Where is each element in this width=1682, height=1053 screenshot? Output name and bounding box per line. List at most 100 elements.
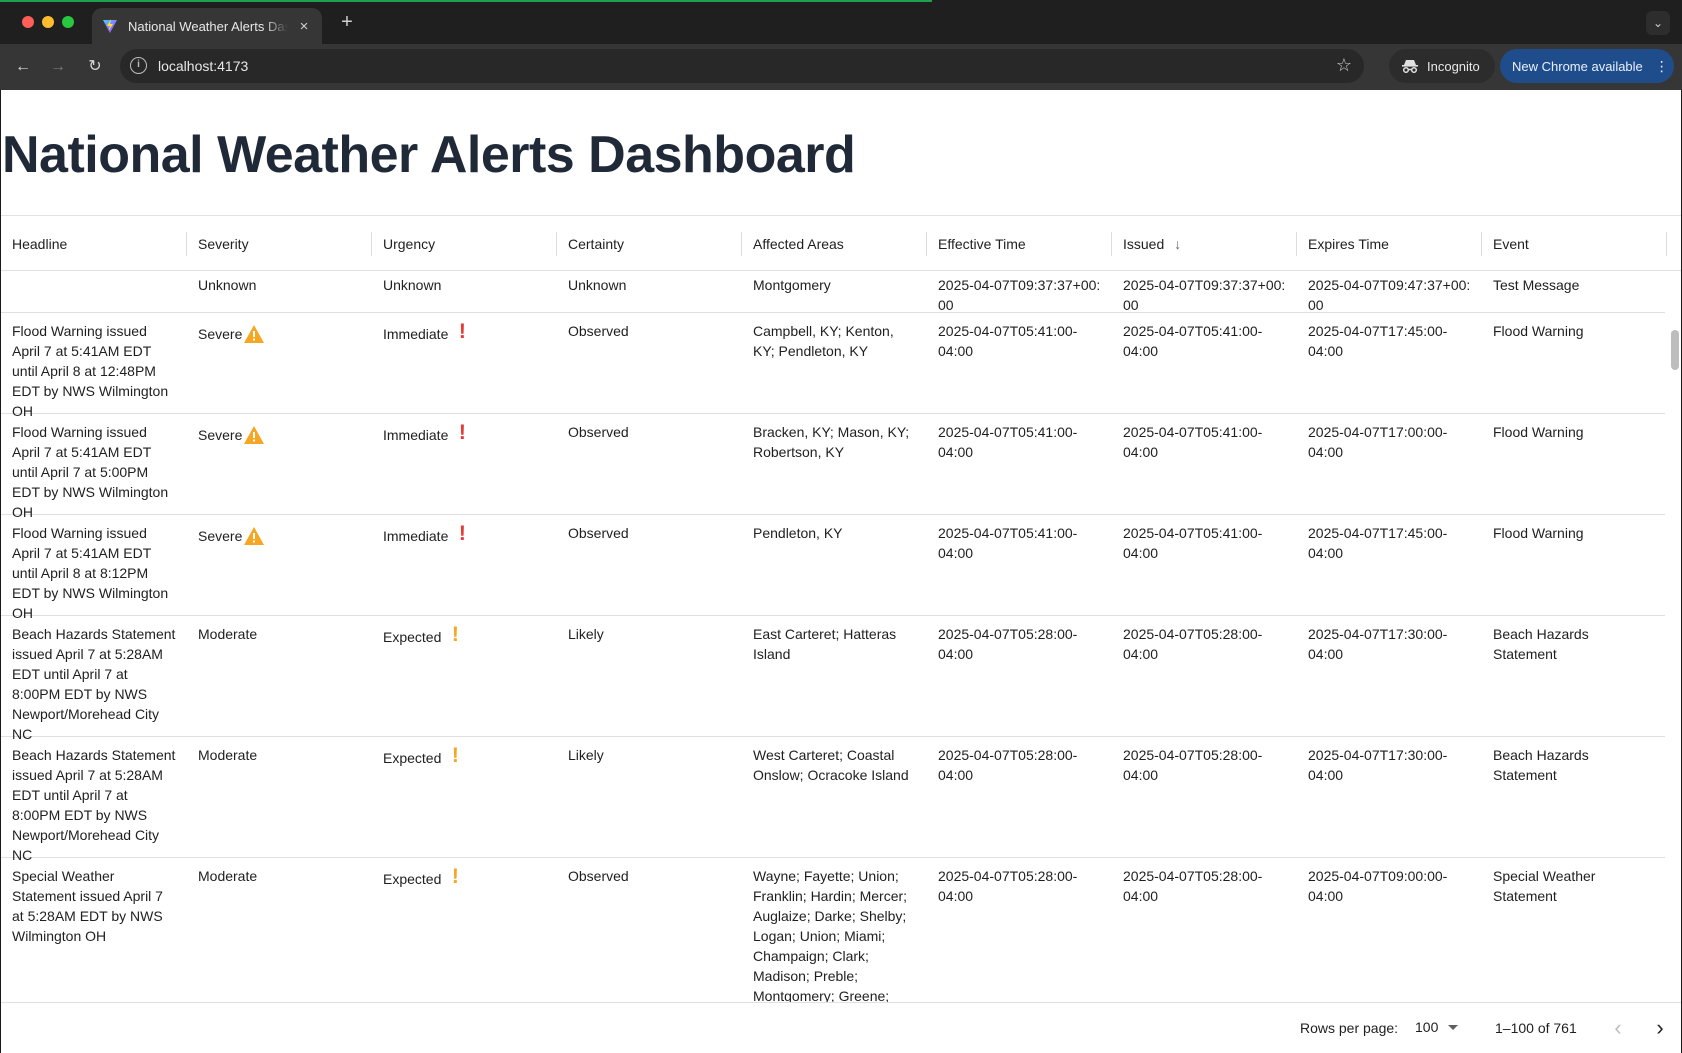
urgency-cell: Expected! <box>372 616 557 647</box>
rows-per-page-label: Rows per page: <box>1300 1020 1399 1036</box>
column-header-headline[interactable]: Headline <box>1 216 187 271</box>
areas-cell: Wayne; Fayette; Union; Franklin; Hardin;… <box>753 868 908 1002</box>
headline-cell: Beach Hazards Statement issued April 7 a… <box>12 626 176 742</box>
effective-time-cell: 2025-04-07T05:41:00-04:00 <box>927 414 1112 462</box>
browser-toolbar: ← → ↻ i localhost:4173 ☆ Incognito New C… <box>0 44 1682 90</box>
tab-strip: National Weather Alerts Dashboard × + ⌄ <box>0 0 1682 44</box>
areas-cell: Montgomery <box>753 277 831 293</box>
more-menu-icon[interactable]: ⋮ <box>1655 58 1669 75</box>
urgency-label: Unknown <box>383 277 442 293</box>
issued-value: 2025-04-07T05:28:00-04:00 <box>1123 868 1263 904</box>
headline-cell: Special Weather Statement issued April 7… <box>12 868 163 944</box>
tab-search-chevron-icon[interactable]: ⌄ <box>1646 11 1670 35</box>
incognito-indicator[interactable]: Incognito <box>1389 49 1495 83</box>
certainty-cell: Likely <box>568 747 604 763</box>
table-row[interactable]: Beach Hazards Statement issued April 7 a… <box>1 737 1665 863</box>
effective-time-cell: 2025-04-07T05:41:00-04:00 <box>927 515 1112 563</box>
column-separator[interactable] <box>1666 232 1667 256</box>
severity-cell: Unknown <box>187 272 372 295</box>
exclamation-icon: ! <box>458 320 466 343</box>
site-info-icon[interactable]: i <box>130 57 147 74</box>
expires-time-cell: 2025-04-07T17:30:00-04:00 <box>1297 737 1482 785</box>
column-header-certainty[interactable]: Certainty <box>557 216 742 271</box>
column-header-severity[interactable]: Severity <box>187 216 372 271</box>
exclamation-icon: ! <box>458 522 466 545</box>
reload-icon[interactable]: ↻ <box>83 55 107 79</box>
column-header-affected-areas[interactable]: Affected Areas <box>742 216 927 271</box>
pagination-range: 1–100 of 761 <box>1495 1020 1577 1036</box>
bookmark-star-icon[interactable]: ☆ <box>1336 55 1352 76</box>
exclamation-icon: ! <box>451 623 459 646</box>
back-arrow-icon[interactable]: ← <box>11 55 35 79</box>
issued-value: 2025-04-07T05:28:00-04:00 <box>1123 626 1263 662</box>
tab-title: National Weather Alerts Dashboard <box>128 18 288 34</box>
effective-time-cell: 2025-04-07T05:28:00-04:00 <box>927 737 1112 785</box>
sort-descending-arrow-icon[interactable]: ↓ <box>1174 236 1181 252</box>
severity-label: Moderate <box>198 626 258 642</box>
certainty-cell: Likely <box>568 626 604 642</box>
forward-arrow-icon[interactable]: → <box>46 55 70 79</box>
issued-cell: 2025-04-07T05:28:00-04:00 <box>1112 616 1297 664</box>
headline-cell: Beach Hazards Statement issued April 7 a… <box>12 747 176 863</box>
new-chrome-available-button[interactable]: New Chrome available ⋮ <box>1500 49 1674 83</box>
close-window-button[interactable] <box>22 16 34 28</box>
table-row[interactable]: Unknown Unknown Unknown Montgomery 2025-… <box>1 272 1665 313</box>
issued-cell: 2025-04-07T05:41:00-04:00 <box>1112 414 1297 462</box>
address-url[interactable]: localhost:4173 <box>158 58 248 74</box>
column-header-urgency[interactable]: Urgency <box>372 216 557 271</box>
vertical-scrollbar-thumb[interactable] <box>1671 330 1679 370</box>
address-bar[interactable]: i localhost:4173 ☆ <box>120 49 1364 83</box>
issued-cell: 2025-04-07T05:41:00-04:00 <box>1112 515 1297 563</box>
expires-time-cell: 2025-04-07T09:47:37+00:00 <box>1308 277 1471 313</box>
next-page-chevron-icon[interactable]: › <box>1644 1013 1676 1045</box>
browser-tab-active[interactable]: National Weather Alerts Dashboard × <box>92 8 322 44</box>
close-tab-icon[interactable]: × <box>296 18 312 35</box>
severity-label: Severe <box>198 528 243 544</box>
urgency-cell: Expected! <box>372 737 557 768</box>
severity-cell: Severe <box>187 414 372 445</box>
urgency-cell: Immediate! <box>372 515 557 546</box>
urgency-cell: Unknown <box>372 272 557 295</box>
column-header-issued[interactable]: Issued ↓ <box>1112 216 1297 271</box>
column-header-effective-time[interactable]: Effective Time <box>927 216 1112 271</box>
headline-cell: Flood Warning issued April 7 at 5:41AM E… <box>12 424 169 520</box>
effective-time-value: 2025-04-07T05:41:00-04:00 <box>938 525 1078 561</box>
exclamation-icon: ! <box>451 865 459 888</box>
incognito-icon <box>1402 60 1418 73</box>
previous-page-chevron-icon[interactable]: ‹ <box>1602 1013 1634 1045</box>
table-row[interactable]: Flood Warning issued April 7 at 5:41AM E… <box>1 414 1665 520</box>
headline-cell: Flood Warning issued April 7 at 5:41AM E… <box>12 525 169 621</box>
severity-label: Severe <box>198 326 243 342</box>
expires-time-value: 2025-04-07T17:45:00-04:00 <box>1308 323 1448 359</box>
effective-time-value: 2025-04-07T05:28:00-04:00 <box>938 747 1078 783</box>
table-row[interactable]: Special Weather Statement issued April 7… <box>1 858 1665 1003</box>
issued-cell: 2025-04-07T09:37:37+00:00 <box>1123 277 1286 313</box>
severity-cell: Moderate <box>187 858 372 886</box>
severity-cell: Moderate <box>187 737 372 765</box>
column-header-expires-time[interactable]: Expires Time <box>1297 216 1482 271</box>
rows-per-page-select[interactable]: 100 <box>1415 1019 1459 1035</box>
expires-time-value: 2025-04-07T17:45:00-04:00 <box>1308 525 1448 561</box>
dropdown-caret-icon[interactable] <box>1448 1024 1459 1030</box>
minimize-window-button[interactable] <box>42 16 54 28</box>
table-row[interactable]: Beach Hazards Statement issued April 7 a… <box>1 616 1665 742</box>
new-tab-button[interactable]: + <box>336 11 358 34</box>
event-cell: Special Weather Statement <box>1493 868 1596 904</box>
expires-time-value: 2025-04-07T17:00:00-04:00 <box>1308 424 1448 460</box>
table-row[interactable]: Flood Warning issued April 7 at 5:41AM E… <box>1 515 1665 621</box>
certainty-cell: Observed <box>568 525 629 541</box>
effective-time-cell: 2025-04-07T05:28:00-04:00 <box>927 858 1112 906</box>
table-row[interactable]: Flood Warning issued April 7 at 5:41AM E… <box>1 313 1665 419</box>
column-header-event[interactable]: Event <box>1482 216 1667 271</box>
certainty-cell: Unknown <box>568 277 627 293</box>
column-header-label: Affected Areas <box>753 235 844 252</box>
column-header-label: Urgency <box>383 235 436 252</box>
expires-time-cell: 2025-04-07T09:00:00-04:00 <box>1297 858 1482 906</box>
severity-label: Moderate <box>198 747 258 763</box>
rows-per-page-value[interactable]: 100 <box>1415 1019 1438 1035</box>
maximize-window-button[interactable] <box>62 16 74 28</box>
urgency-cell: Expected! <box>372 858 557 889</box>
expires-time-cell: 2025-04-07T17:45:00-04:00 <box>1297 515 1482 563</box>
warning-triangle-icon <box>244 325 265 343</box>
certainty-cell: Observed <box>568 323 629 339</box>
